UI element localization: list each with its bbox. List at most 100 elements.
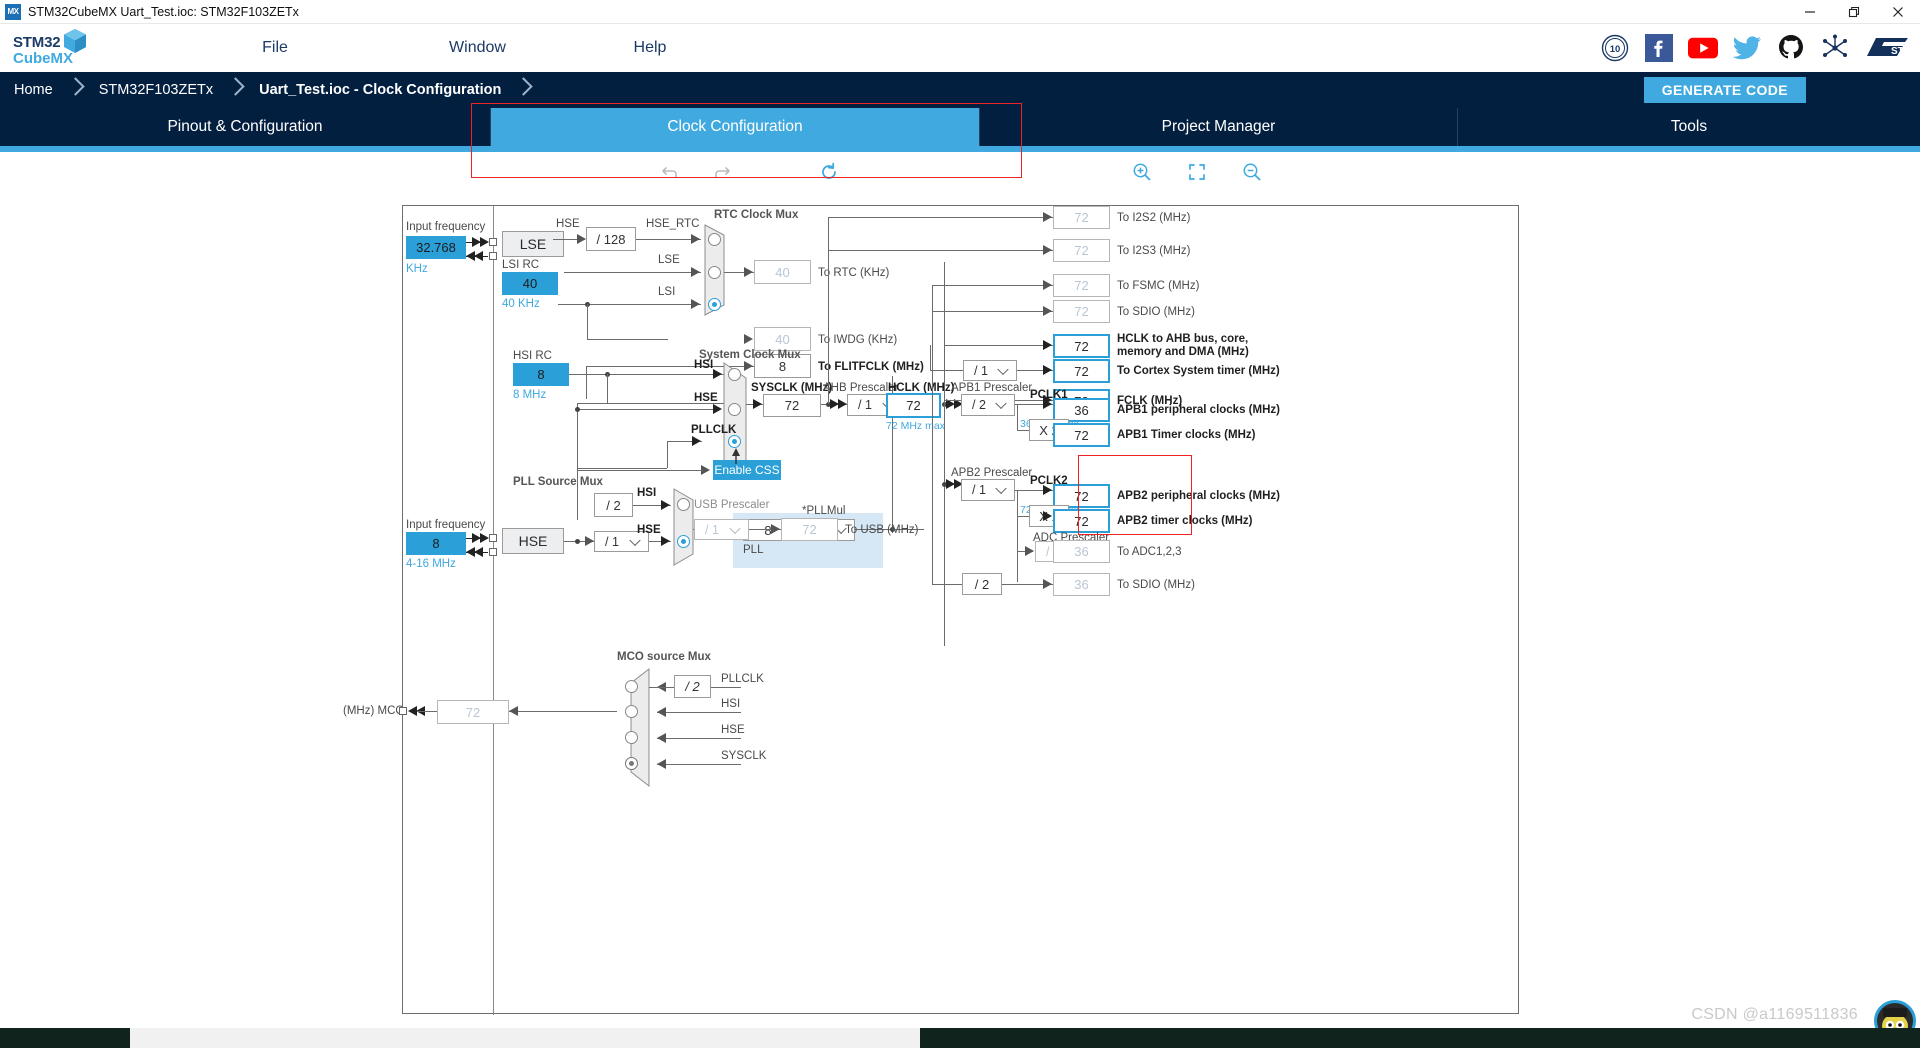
mco-mux-radio-pllclk[interactable] bbox=[625, 680, 638, 693]
cortex-timer-value[interactable]: 72 bbox=[1053, 359, 1110, 383]
cortex-timer-label: To Cortex System timer (MHz) bbox=[1117, 365, 1280, 377]
to-iwdg-label: To IWDG (KHz) bbox=[818, 334, 898, 346]
chevron-down-icon bbox=[995, 397, 1007, 410]
arrow-icon bbox=[657, 759, 666, 769]
pllmul-label: *PLLMul bbox=[802, 505, 846, 517]
undo-icon[interactable] bbox=[656, 158, 684, 186]
arrow-icon bbox=[691, 299, 700, 309]
pll-group-label: PLL bbox=[743, 544, 764, 556]
arrow-icon bbox=[1043, 399, 1052, 409]
maximize-icon[interactable] bbox=[1832, 0, 1876, 24]
pll-mux-radio-hse-selected[interactable] bbox=[677, 535, 690, 548]
github-icon[interactable] bbox=[1776, 33, 1806, 63]
arrow-icon bbox=[1043, 340, 1052, 350]
stm32cubemx-logo: STM32 CubeMX bbox=[10, 26, 105, 72]
sysmux-radio-hse[interactable] bbox=[728, 403, 741, 416]
community-icon[interactable] bbox=[1820, 33, 1850, 63]
arrow-icon bbox=[691, 234, 700, 244]
cube-icon bbox=[64, 29, 86, 53]
arrow-icon bbox=[661, 536, 670, 546]
cortex-prescaler-select[interactable]: / 1 bbox=[963, 360, 1017, 381]
apb1-prescaler-value: / 2 bbox=[972, 398, 986, 412]
system-clock-mux-title: System Clock Mux bbox=[699, 349, 801, 361]
chevron-down-icon bbox=[729, 522, 741, 534]
tab-pinout-configuration[interactable]: Pinout & Configuration bbox=[0, 108, 491, 146]
facebook-icon[interactable] bbox=[1644, 33, 1674, 63]
to-sdio-bottom-label: To SDIO (MHz) bbox=[1117, 579, 1195, 591]
apb2-prescaler-select[interactable]: / 1 bbox=[961, 479, 1015, 501]
tab-project-manager[interactable]: Project Manager bbox=[980, 108, 1458, 146]
st-logo-icon[interactable]: ST bbox=[1864, 33, 1910, 63]
menu-file[interactable]: File bbox=[215, 33, 335, 63]
mco-input-hse-label: HSE bbox=[721, 724, 745, 736]
wire bbox=[930, 370, 963, 371]
hse-pin-out bbox=[489, 548, 497, 556]
wire bbox=[657, 764, 741, 765]
wire bbox=[932, 311, 1053, 312]
to-usb-value: 72 bbox=[781, 518, 838, 541]
mco-mux-radio-hse[interactable] bbox=[625, 731, 638, 744]
arrow-icon bbox=[1043, 485, 1052, 495]
sdio-divider: / 2 bbox=[962, 573, 1002, 595]
arrow-icon bbox=[1025, 546, 1034, 556]
mco-mux-radio-hsi[interactable] bbox=[625, 705, 638, 718]
cortex-prescaler-value: / 1 bbox=[974, 363, 988, 378]
wire bbox=[1017, 430, 1029, 431]
apb1-prescaler-select[interactable]: / 2 bbox=[961, 394, 1015, 416]
wire bbox=[932, 311, 933, 584]
menu-window[interactable]: Window bbox=[390, 33, 565, 63]
pll-mux-input-hse-label: HSE bbox=[637, 524, 661, 536]
reset-icon[interactable] bbox=[815, 158, 843, 186]
app-icon: MX bbox=[5, 3, 21, 20]
rtc-mux-radio-lse[interactable] bbox=[708, 266, 721, 279]
wire bbox=[930, 345, 931, 371]
youtube-icon[interactable] bbox=[1688, 33, 1718, 63]
hse-unit-label: 4-16 MHz bbox=[406, 558, 456, 570]
mco-source-mux-title: MCO source Mux bbox=[617, 651, 711, 663]
anniversary-10-years-icon[interactable]: 10 bbox=[1600, 33, 1630, 63]
apb1-timer-value[interactable]: 72 bbox=[1053, 423, 1110, 447]
to-iwdg-value: 40 bbox=[754, 327, 811, 351]
usb-prescaler-select[interactable]: / 1 bbox=[694, 519, 749, 540]
rtc-mux-radio-lsi-selected[interactable] bbox=[708, 298, 721, 311]
arrow-icon bbox=[744, 267, 753, 277]
wire bbox=[828, 217, 1053, 218]
pll-mux-radio-hsi[interactable] bbox=[677, 498, 690, 511]
twitter-icon[interactable] bbox=[1732, 33, 1762, 63]
sysmux-radio-hsi[interactable] bbox=[728, 368, 741, 381]
close-icon[interactable] bbox=[1876, 0, 1920, 24]
tab-tools[interactable]: Tools bbox=[1458, 108, 1920, 146]
minimize-icon[interactable] bbox=[1788, 0, 1832, 24]
css-arrow-up-icon bbox=[732, 448, 740, 464]
fit-to-screen-icon[interactable] bbox=[1183, 158, 1211, 186]
zoom-out-icon[interactable] bbox=[1238, 158, 1266, 186]
wire bbox=[649, 687, 674, 688]
breadcrumb-bar: Home STM32F103ZETx Uart_Test.ioc - Clock… bbox=[0, 72, 1920, 108]
to-rtc-value: 40 bbox=[754, 260, 811, 284]
hse-input-frequency-field[interactable]: 8 bbox=[406, 532, 466, 555]
hsi-rc-field[interactable]: 8 bbox=[513, 363, 569, 386]
hclk-ahb-value[interactable]: 72 bbox=[1053, 334, 1110, 358]
rtc-mux-radio-hse-rtc[interactable] bbox=[708, 233, 721, 246]
breadcrumb-mcu[interactable]: STM32F103ZETx bbox=[85, 82, 227, 98]
taskbar-search-box[interactable] bbox=[130, 1028, 920, 1048]
enable-css-button[interactable]: Enable CSS bbox=[713, 460, 781, 480]
apb2-timer-value[interactable]: 72 bbox=[1053, 509, 1110, 533]
lse-input-frequency-field[interactable]: 32.768 bbox=[406, 236, 466, 259]
menu-help[interactable]: Help bbox=[590, 33, 710, 63]
lsi-rc-field[interactable]: 40 bbox=[502, 272, 558, 295]
generate-code-button[interactable]: GENERATE CODE bbox=[1643, 77, 1806, 103]
wire bbox=[1017, 404, 1018, 430]
mco-mux-radio-sysclk-selected[interactable] bbox=[625, 757, 638, 770]
breadcrumb-home[interactable]: Home bbox=[0, 82, 67, 98]
tab-clock-configuration[interactable]: Clock Configuration bbox=[491, 108, 980, 146]
sysmux-radio-pllclk-selected[interactable] bbox=[728, 435, 741, 448]
to-flitfclk-label: To FLITFCLK (MHz) bbox=[818, 361, 924, 373]
arrow-icon bbox=[661, 500, 670, 510]
wire bbox=[1017, 490, 1018, 582]
breadcrumb-current[interactable]: Uart_Test.ioc - Clock Configuration bbox=[245, 82, 515, 98]
arrow-icon bbox=[838, 399, 847, 409]
diagram-divider bbox=[493, 206, 494, 1015]
redo-icon[interactable] bbox=[708, 158, 736, 186]
zoom-in-icon[interactable] bbox=[1128, 158, 1156, 186]
